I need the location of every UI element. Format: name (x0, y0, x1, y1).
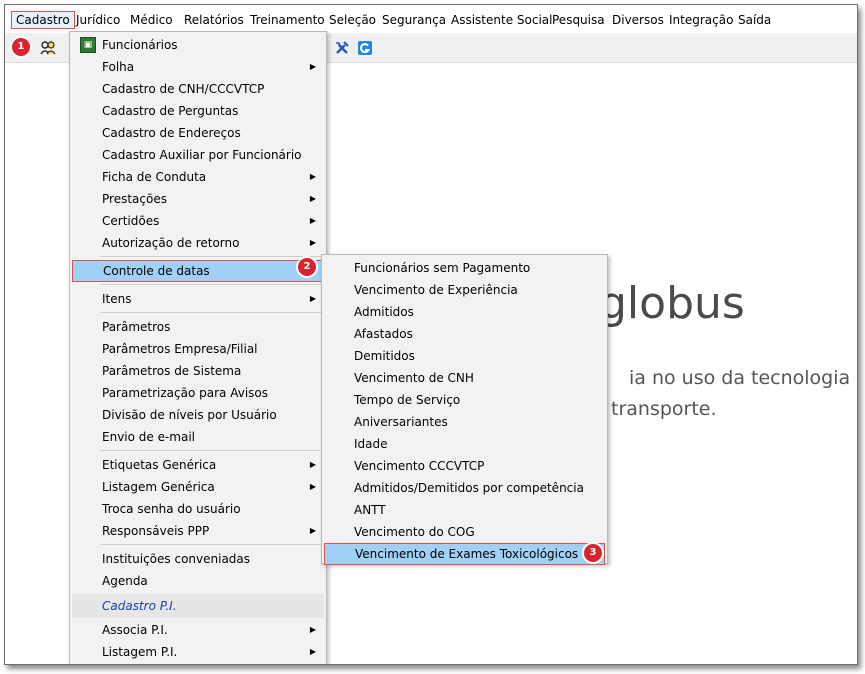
menu-item-folha[interactable]: Folha ▶ (72, 56, 324, 78)
menu-item-instituicoes-conveniadas[interactable]: Instituições conveniadas (72, 548, 324, 570)
menu-assistente-social[interactable]: Assistente Social (447, 11, 556, 29)
menu-item-autorizacao-retorno[interactable]: Autorização de retorno ▶ (72, 232, 324, 254)
menu-item-etiquetas-generica[interactable]: Etiquetas Genérica ▶ (72, 454, 324, 476)
menu-cadastro[interactable]: Cadastro (11, 11, 75, 29)
menu-item-listagem-pi[interactable]: Listagem P.I. ▶ (72, 641, 324, 663)
menu-item-divisao-niveis[interactable]: Divisão de níveis por Usuário (72, 404, 324, 426)
step-badge-1: 1 (12, 38, 30, 56)
submenu-item-vencimento-cccvtcp[interactable]: Vencimento CCCVTCP (324, 455, 605, 477)
menu-medico[interactable]: Médico (126, 11, 177, 29)
submenu-arrow-icon: ▶ (309, 238, 316, 247)
menu-seguranca[interactable]: Segurança (378, 11, 450, 29)
menu-item-certidoes[interactable]: Certidões ▶ (72, 210, 324, 232)
menu-relatorios[interactable]: Relatórios (180, 11, 248, 29)
menu-item-cadastro-enderecos[interactable]: Cadastro de Endereços (72, 122, 324, 144)
submenu-item-demitidos[interactable]: Demitidos (324, 345, 605, 367)
submenu-item-idade[interactable]: Idade (324, 433, 605, 455)
menu-integracao[interactable]: Integração (665, 11, 737, 29)
submenu-arrow-icon: ▶ (309, 172, 316, 181)
menu-selecao[interactable]: Seleção (325, 11, 380, 29)
menu-item-controle-datas[interactable]: Controle de datas (72, 260, 324, 282)
menu-item-parametros[interactable]: Parâmetros (72, 316, 324, 338)
submenu-arrow-icon: ▶ (309, 625, 316, 634)
menu-item-responsaveis-ppp[interactable]: Responsáveis PPP ▶ (72, 520, 324, 542)
submenu-arrow-icon: ▶ (309, 647, 316, 656)
menu-item-ficha-conduta[interactable]: Ficha de Conduta ▶ (72, 166, 324, 188)
menu-item-cadastro-pi[interactable]: Cadastro P.I. (72, 595, 324, 617)
menu-item-prestacoes[interactable]: Prestações ▶ (72, 188, 324, 210)
tools-icon[interactable] (333, 39, 351, 57)
menu-saida[interactable]: Saída (734, 11, 775, 29)
tagline-line-2: transporte. (611, 398, 717, 420)
funcionarios-icon: ▣ (80, 37, 96, 53)
menu-separator (100, 544, 322, 545)
menu-item-parametros-sistema[interactable]: Parâmetros de Sistema (72, 360, 324, 382)
menu-separator (100, 284, 322, 285)
menu-bar: Cadastro Jurídico Médico Relatórios Trei… (5, 5, 857, 33)
menu-item-itens[interactable]: Itens ▶ (72, 288, 324, 310)
submenu-item-afastados[interactable]: Afastados (324, 323, 605, 345)
menu-item-cadastro-auxiliar[interactable]: Cadastro Auxiliar por Funcionário (72, 144, 324, 166)
tagline-line-1: ia no uso da tecnologia (629, 367, 851, 389)
app-window: Cadastro Jurídico Médico Relatórios Trei… (4, 4, 858, 665)
submenu-arrow-icon: ▶ (309, 460, 316, 469)
submenu-item-vencimento-cnh[interactable]: Vencimento de CNH (324, 367, 605, 389)
menu-item-agenda[interactable]: Agenda (72, 570, 324, 592)
menu-item-funcionarios[interactable]: ▣ Funcionários (72, 34, 324, 56)
step-badge-3: 3 (584, 544, 602, 562)
submenu-arrow-icon: ▶ (309, 216, 316, 225)
menu-item-listagem-generica[interactable]: Listagem Genérica ▶ (72, 476, 324, 498)
submenu-arrow-icon: ▶ (309, 62, 316, 71)
submenu-item-funcionarios-sem-pagamento[interactable]: Funcionários sem Pagamento (324, 257, 605, 279)
submenu-arrow-icon: ▶ (309, 482, 316, 491)
people-icon[interactable] (39, 39, 57, 57)
submenu-item-antt[interactable]: ANTT (324, 499, 605, 521)
menu-item-envio-email[interactable]: Envio de e-mail (72, 426, 324, 448)
submenu-arrow-icon: ▶ (309, 294, 316, 303)
menu-item-cadastro-cnh[interactable]: Cadastro de CNH/CCCVTCP (72, 78, 324, 100)
submenu-arrow-icon: ▶ (309, 526, 316, 535)
menu-item-parametrizacao-avisos[interactable]: Parametrização para Avisos (72, 382, 324, 404)
submenu-item-admitidos-demitidos-competencia[interactable]: Admitidos/Demitidos por competência (324, 477, 605, 499)
menu-separator (100, 450, 322, 451)
step-badge-2: 2 (298, 258, 316, 276)
submenu-item-vencimento-cog[interactable]: Vencimento do COG (324, 521, 605, 543)
menu-item-cadastro-perguntas[interactable]: Cadastro de Perguntas (72, 100, 324, 122)
menu-pesquisa[interactable]: Pesquisa (548, 11, 609, 29)
cadastro-dropdown-menu: ▣ Funcionários Folha ▶ Cadastro de CNH/CC… (69, 31, 327, 664)
submenu-item-vencimento-experiencia[interactable]: Vencimento de Experiência (324, 279, 605, 301)
submenu-item-admitidos[interactable]: Admitidos (324, 301, 605, 323)
submenu-item-vencimento-exames-toxicologicos[interactable]: Vencimento de Exames Toxicológicos (324, 543, 605, 565)
submenu-item-tempo-servico[interactable]: Tempo de Serviço (324, 389, 605, 411)
globus-g-icon[interactable] (356, 39, 374, 57)
menu-treinamento[interactable]: Treinamento (246, 11, 329, 29)
controle-datas-submenu: Funcionários sem Pagamento Vencimento de… (321, 254, 608, 565)
brand-logo-text: globus (599, 278, 745, 329)
menu-diversos[interactable]: Diversos (608, 11, 668, 29)
submenu-arrow-icon: ▶ (309, 194, 316, 203)
menu-item-parametros-empresa[interactable]: Parâmetros Empresa/Filial (72, 338, 324, 360)
menu-separator (100, 256, 322, 257)
menu-item-associa-pi[interactable]: Associa P.I. ▶ (72, 619, 324, 641)
menu-item-troca-senha[interactable]: Troca senha do usuário (72, 498, 324, 520)
menu-juridico[interactable]: Jurídico (72, 11, 124, 29)
menu-separator (100, 312, 322, 313)
submenu-item-aniversariantes[interactable]: Aniversariantes (324, 411, 605, 433)
